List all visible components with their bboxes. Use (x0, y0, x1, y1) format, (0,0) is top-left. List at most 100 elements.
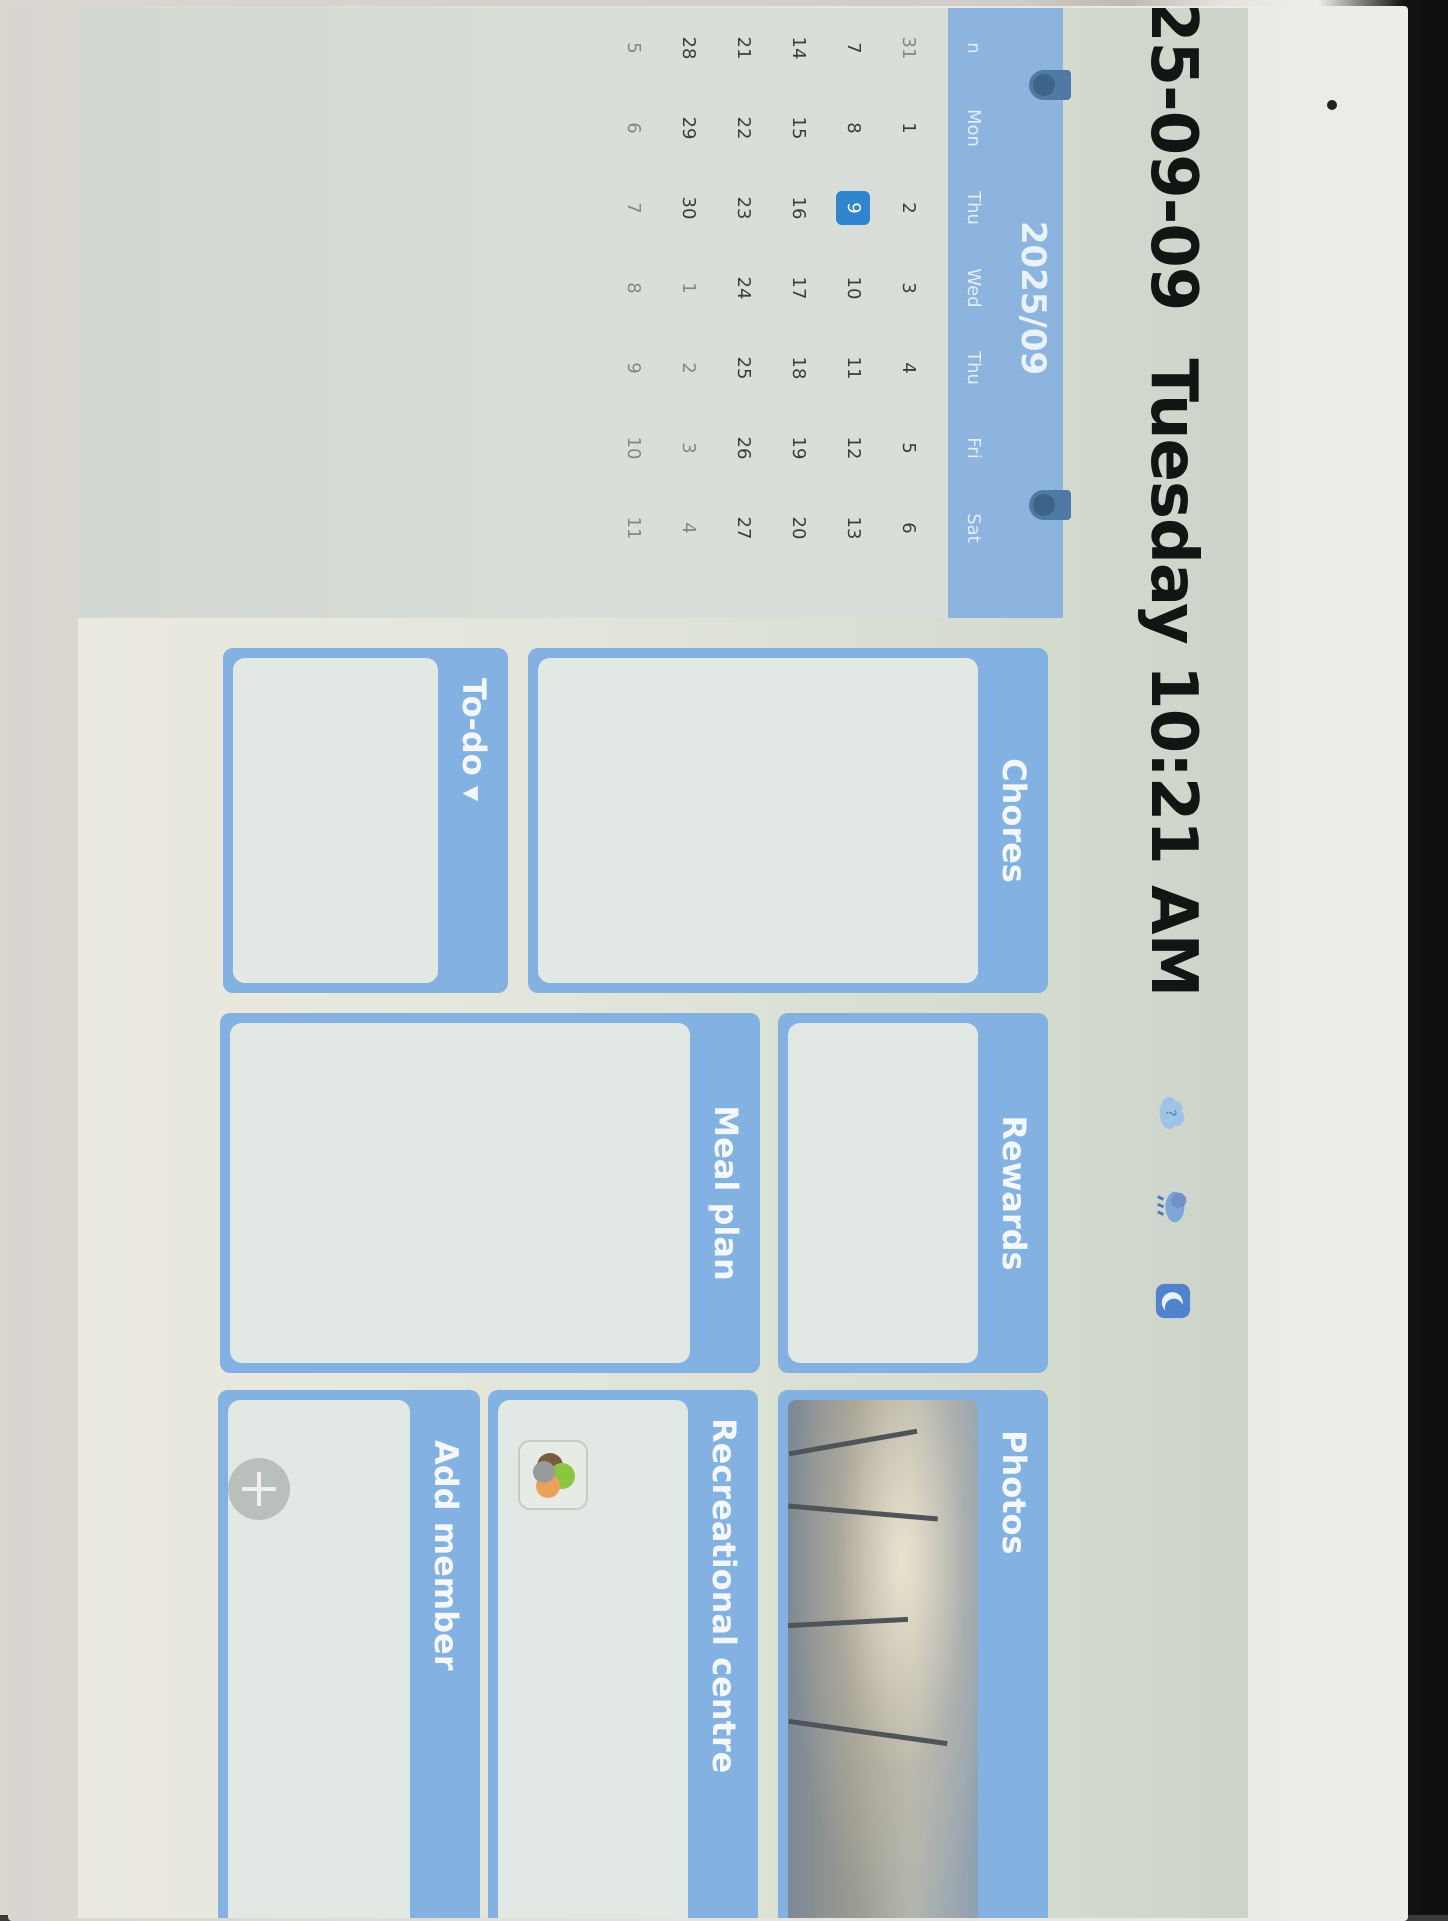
calendar-day[interactable]: 15 (768, 88, 828, 168)
todo-dropdown[interactable]: To-do ▼ (448, 648, 500, 993)
calendar-day[interactable]: 14 (768, 8, 828, 88)
calendar-day[interactable]: 3 (658, 408, 718, 488)
calendar-day[interactable]: 26 (713, 408, 773, 488)
tree-icon (788, 1503, 938, 1522)
calendar-weekday-label: Wed (963, 268, 984, 308)
calendar-day[interactable]: 4 (658, 488, 718, 568)
calendar-widget[interactable]: 2025/09 n Mon Thu Wed Thu Fri Sat 31 1 2 3 4 5 6 7 8 9 1… (78, 8, 1071, 618)
calendar-day[interactable]: 1 (658, 248, 718, 328)
calendar-header: 2025/09 n Mon Thu Wed Thu Fri Sat (948, 8, 1071, 618)
calendar-day-number: 6 (623, 122, 644, 134)
recreational-centre-apps (498, 1400, 688, 1918)
calendar-weekday-label: Thu (963, 191, 984, 225)
calendar-day-number: 7 (843, 42, 864, 54)
calendar-weekday-label: Fri (963, 437, 984, 459)
calendar-day[interactable]: 2 (658, 328, 718, 408)
calendar-day[interactable]: 7 (603, 168, 663, 248)
calendar-day[interactable]: 13 (823, 488, 883, 568)
svg-text:?: ? (1162, 1110, 1177, 1117)
calendar-day-number: 11 (623, 516, 644, 540)
calendar-day-number: 18 (788, 356, 809, 380)
calendar-day[interactable]: 20 (768, 488, 828, 568)
calendar-day-number: 9 (836, 191, 870, 225)
tree-icon (788, 1428, 918, 1457)
calendar-day-number: 25 (733, 356, 754, 380)
calendar-day[interactable]: 16 (768, 168, 828, 248)
calendar-day-number: 21 (733, 36, 754, 60)
calendar-day[interactable]: 5 (603, 8, 663, 88)
calendar-day-number: 7 (623, 202, 644, 214)
calendar-day-number: 28 (678, 36, 699, 60)
calendar-day[interactable]: 10 (603, 408, 663, 488)
calendar-day[interactable]: 3 (878, 248, 938, 328)
calendar-day[interactable]: 28 (658, 8, 718, 88)
calendar-day[interactable]: 21 (713, 8, 773, 88)
calendar-weekday-label: n (963, 42, 984, 54)
add-member-widget[interactable]: Add member (218, 1390, 480, 1918)
recreational-centre-widget[interactable]: Recreational centre (488, 1390, 758, 1918)
cloud-rain-icon (1157, 1192, 1187, 1223)
rewards-widget[interactable]: Rewards (778, 1013, 1048, 1373)
calendar-day[interactable]: 7 (823, 8, 883, 88)
calendar-day[interactable]: 1 (878, 88, 938, 168)
calendar-day[interactable]: 25 (713, 328, 773, 408)
calendar-day[interactable]: 17 (768, 248, 828, 328)
header: 25-09-09 Tuesday 10:21 AM ? (1098, 8, 1248, 1320)
camera-icon (1327, 100, 1337, 110)
add-member-button[interactable] (228, 1458, 290, 1520)
rewards-title: Rewards (995, 1115, 1033, 1271)
meal-plan-title: Meal plan (707, 1105, 745, 1281)
calendar-day[interactable]: 11 (823, 328, 883, 408)
rewards-list (788, 1023, 978, 1363)
calendar-day[interactable]: 2 (878, 168, 938, 248)
calendar-month-title: 2025/09 (1013, 220, 1053, 376)
calendar-day-number: 17 (788, 276, 809, 300)
calendar-day[interactable]: 10 (823, 248, 883, 328)
calendar-day-number: 10 (623, 436, 644, 460)
chores-title: Chores (995, 758, 1033, 883)
family-dashboard: 25-09-09 Tuesday 10:21 AM ? 2025/09 n Mo… (78, 8, 1248, 1918)
calendar-day-number: 15 (788, 116, 809, 140)
calendar-day-number: 26 (733, 436, 754, 460)
calendar-day[interactable]: 27 (713, 488, 773, 568)
calendar-day-number: 14 (788, 36, 809, 60)
app-shortcut-icon[interactable] (518, 1440, 588, 1510)
calendar-day[interactable]: 23 (713, 168, 773, 248)
calendar-day-number: 3 (678, 442, 699, 454)
photos-title: Photos (995, 1430, 1033, 1555)
calendar-day[interactable]: 30 (658, 168, 718, 248)
calendar-day[interactable]: 19 (768, 408, 828, 488)
calendar-day[interactable]: 9 (823, 168, 883, 248)
chores-list (538, 658, 978, 983)
calendar-day[interactable]: 24 (713, 248, 773, 328)
header-date: 25-09-09 (1136, 8, 1210, 311)
calendar-day[interactable]: 31 (878, 8, 938, 88)
todo-widget[interactable]: To-do ▼ (223, 648, 508, 993)
calendar-day[interactable]: 9 (603, 328, 663, 408)
calendar-day[interactable]: 22 (713, 88, 773, 168)
header-day-time: Tuesday 10:21 AM (1136, 358, 1210, 997)
calendar-day[interactable]: 11 (603, 488, 663, 568)
calendar-day[interactable]: 8 (823, 88, 883, 168)
photos-widget[interactable]: Photos (778, 1390, 1048, 1918)
recreational-centre-title: Recreational centre (705, 1418, 743, 1774)
calendar-day[interactable]: 29 (658, 88, 718, 168)
calendar-day[interactable]: 8 (603, 248, 663, 328)
calendar-day-number: 4 (898, 362, 919, 374)
calendar-day-number: 16 (788, 196, 809, 220)
calendar-day-number: 27 (733, 516, 754, 540)
weather-forecast[interactable]: ? (1154, 1094, 1192, 1320)
meal-plan-widget[interactable]: Meal plan (220, 1013, 760, 1373)
calendar-day[interactable]: 18 (768, 328, 828, 408)
calendar-day[interactable]: 4 (878, 328, 938, 408)
calendar-day[interactable]: 6 (878, 488, 938, 568)
chores-widget[interactable]: Chores (528, 648, 1048, 993)
photo-slideshow[interactable] (788, 1400, 978, 1918)
calendar-day-number: 6 (898, 522, 919, 534)
todo-title: To-do (455, 678, 493, 776)
calendar-day[interactable]: 5 (878, 408, 938, 488)
calendar-day[interactable]: 12 (823, 408, 883, 488)
calendar-day-number: 2 (678, 362, 699, 374)
calendar-day-number: 1 (678, 282, 699, 294)
calendar-day[interactable]: 6 (603, 88, 663, 168)
